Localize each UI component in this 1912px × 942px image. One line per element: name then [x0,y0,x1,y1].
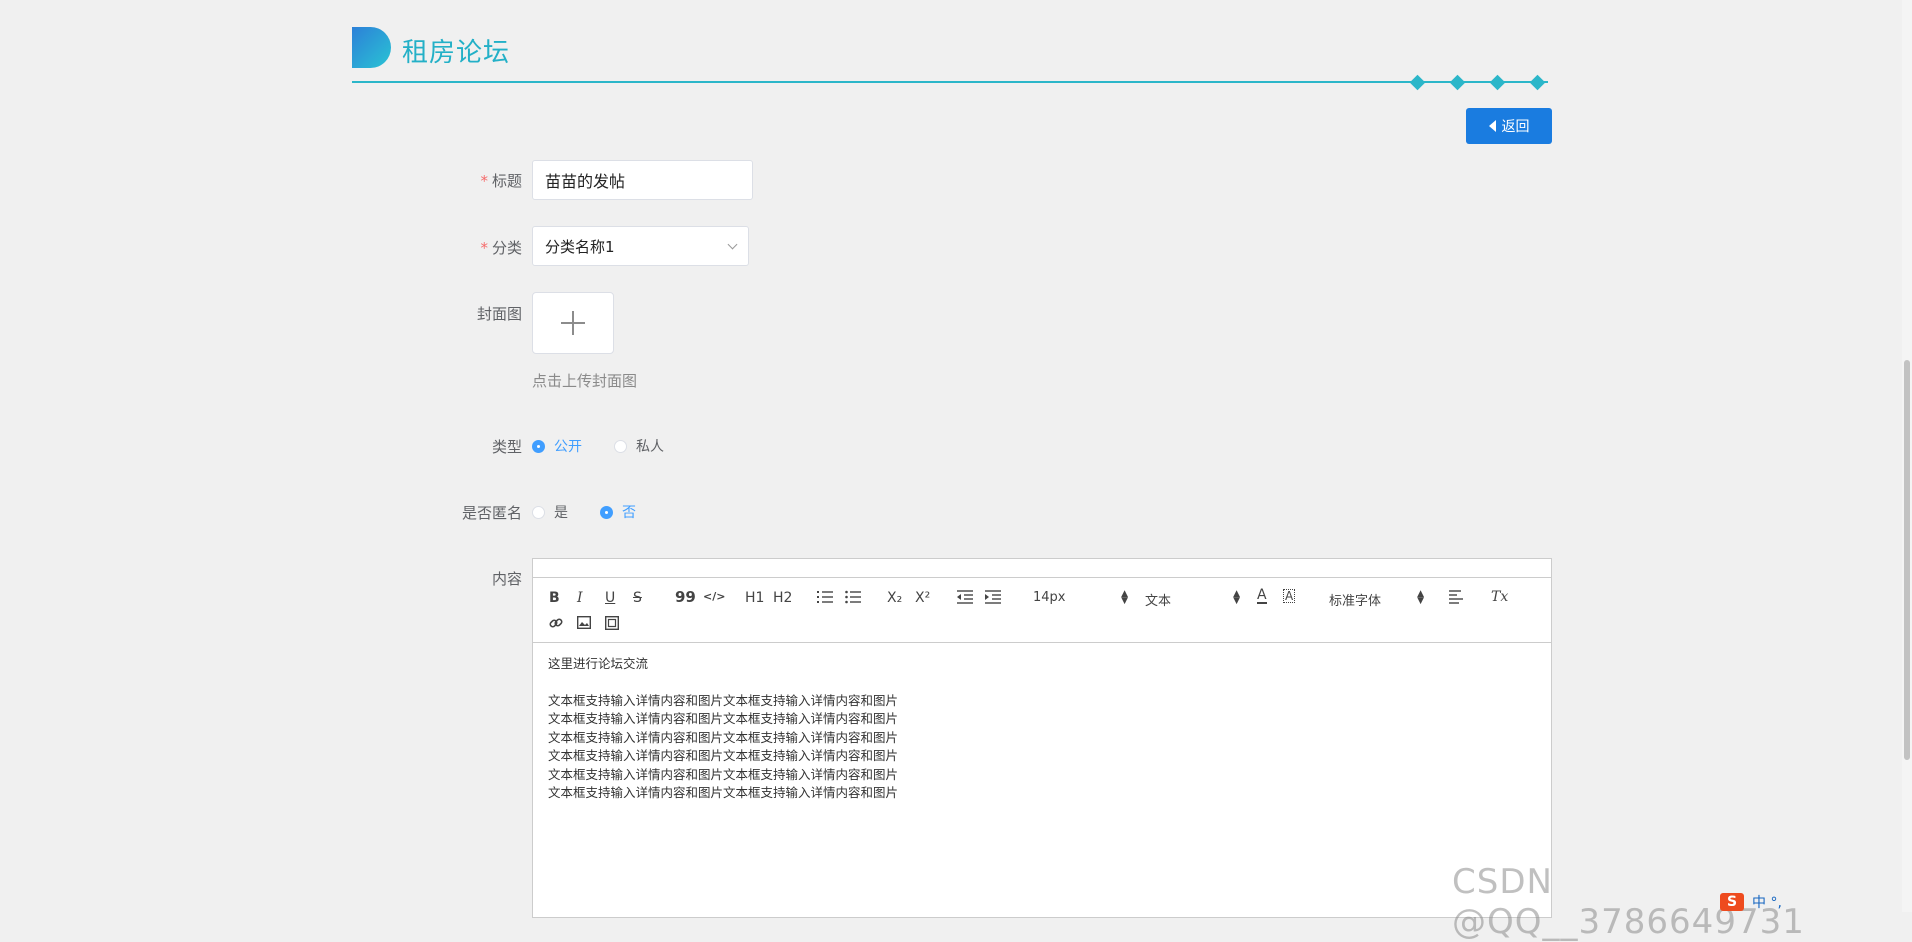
clear-format-icon[interactable]: Tx [1491,589,1508,605]
back-button-label: 返回 [1501,119,1530,135]
background-color-icon[interactable]: A [1283,589,1296,603]
category-label: * 分类 [480,239,522,257]
cover-label: 封面图 [476,305,522,323]
italic-button[interactable]: I [577,590,583,606]
align-left-icon[interactable] [1449,590,1465,604]
header-picker[interactable]: 文本 ▲ ▼ [1145,589,1240,610]
divider-diamond [1449,74,1466,91]
site-logo [352,27,391,68]
content-intro: 这里进行论坛交流 [548,656,649,671]
content-line: 文本框支持输入详情内容和图片文本框支持输入详情内容和图片 [548,729,899,745]
ime-mode[interactable]: 中 °, [1752,892,1782,912]
radio-checked-icon [532,439,545,453]
superscript-button[interactable]: X² [915,590,930,606]
underline-button[interactable]: U [605,590,615,606]
scrollbar-thumb[interactable] [1904,360,1910,760]
radio-anonymous-yes[interactable]: 是 [532,502,568,522]
link-icon[interactable] [549,616,563,630]
type-label: 类型 [491,438,522,456]
font-family-picker[interactable]: 标准字体 ▲ ▼ [1329,589,1424,610]
heading2-button[interactable]: H2 [773,590,792,606]
content-line: 文本框支持输入详情内容和图片文本框支持输入详情内容和图片 [548,692,899,708]
category-select-value: 分类名称1 [545,237,615,256]
heading1-button[interactable]: H1 [745,590,764,606]
cover-upload-button[interactable] [532,292,614,354]
title-input-value: 苗苗的发帖 [545,172,626,191]
cover-upload-hint: 点击上传封面图 [532,372,638,390]
outdent-icon[interactable] [957,590,973,604]
video-icon[interactable] [605,616,619,630]
radio-unchecked-icon [532,505,545,519]
subscript-button[interactable]: X₂ [887,590,902,606]
sort-arrows-icon: ▲ ▼ [1417,589,1424,606]
divider-diamond [1529,74,1546,91]
image-icon[interactable] [577,616,591,629]
ime-status-bar[interactable]: S 中 °, [1720,892,1782,912]
page-title: 租房论坛 [402,38,511,68]
back-button[interactable]: 返回 [1466,108,1552,144]
divider-diamond [1489,74,1506,91]
editor-top-bar [533,559,1551,578]
bold-button[interactable]: B [549,590,560,606]
category-select[interactable]: 分类名称1 [532,226,749,266]
content-label: 内容 [491,570,522,588]
strike-button[interactable]: S [633,590,642,606]
title-divider [352,81,1548,83]
editor-toolbar: B I U S 99 </> H1 H2 X₂ X² 14px ▲ ▼ 文本 ▲… [533,578,1551,643]
divider-diamond [1409,74,1426,91]
sort-arrows-icon: ▲ ▼ [1121,589,1128,606]
content-line: 文本框支持输入详情内容和图片文本框支持输入详情内容和图片 [548,711,899,726]
title-input[interactable]: 苗苗的发帖 [532,160,753,200]
radio-checked-icon [600,505,613,519]
anonymous-label: 是否匿名 [461,504,522,522]
content-line: 文本框支持输入详情内容和图片文本框支持输入详情内容和图片 [548,785,899,800]
ime-logo-icon[interactable]: S [1720,893,1744,911]
ordered-list-icon[interactable] [817,590,833,604]
font-size-picker[interactable]: 14px ▲ ▼ [1033,589,1128,606]
quote-icon[interactable]: 99 [675,588,696,606]
title-label: * 标题 [480,172,522,190]
radio-unchecked-icon [614,439,627,453]
chevron-down-icon [727,239,738,250]
code-icon[interactable]: </> [703,590,725,603]
editor-content[interactable]: 这里进行论坛交流 文本框支持输入详情内容和图片文本框支持输入详情内容和图片 文本… [533,643,1551,815]
caret-left-icon [1488,120,1496,132]
content-line: 文本框支持输入详情内容和图片文本框支持输入详情内容和图片 [548,748,899,763]
radio-anonymous-no[interactable]: 否 [600,502,636,522]
radio-public[interactable]: 公开 [532,436,582,456]
watermark: CSDN @QQ__3786649731 [1452,862,1805,942]
rich-text-editor[interactable]: B I U S 99 </> H1 H2 X₂ X² 14px ▲ ▼ 文本 ▲… [532,558,1552,918]
sort-arrows-icon: ▲ ▼ [1233,589,1240,606]
font-color-icon[interactable]: A [1257,588,1267,604]
bullet-list-icon[interactable] [845,590,861,604]
radio-private[interactable]: 私人 [614,436,664,456]
indent-icon[interactable] [985,590,1001,604]
content-line: 文本框支持输入详情内容和图片文本框支持输入详情内容和图片 [548,766,899,782]
